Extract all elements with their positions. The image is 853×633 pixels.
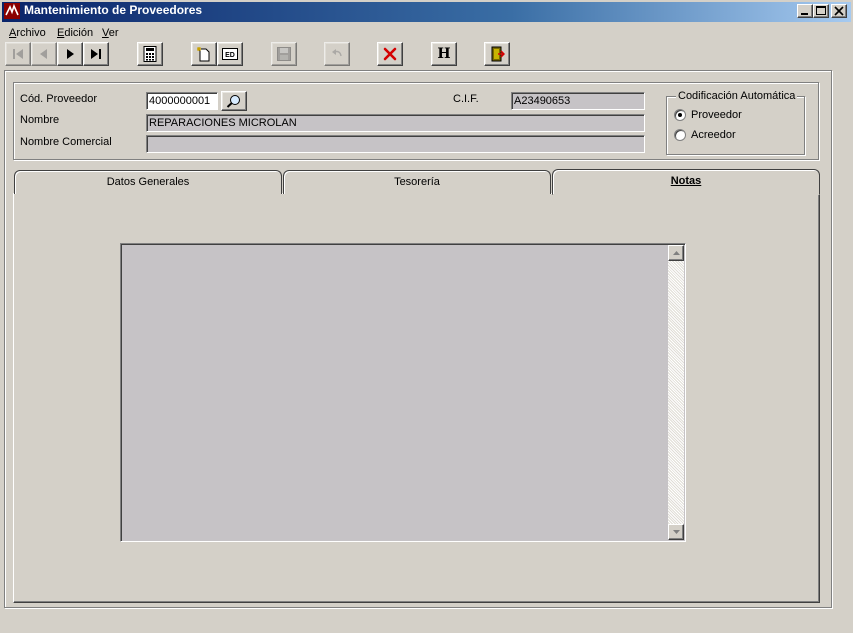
menu-archivo[interactable]: Archivo: [6, 25, 49, 41]
radio-selected-dot: [678, 113, 682, 117]
scroll-down-button[interactable]: [668, 524, 684, 540]
nombre-label: Nombre: [20, 114, 60, 126]
last-record-button[interactable]: [83, 42, 109, 66]
notas-vertical-scrollbar[interactable]: [668, 245, 684, 540]
radio-proveedor-label[interactable]: Proveedor: [691, 109, 742, 121]
next-record-button[interactable]: [57, 42, 83, 66]
maximize-icon: [816, 6, 826, 15]
tab-tesoreria[interactable]: Tesorería: [283, 170, 551, 194]
nombre-comercial-label: Nombre Comercial: [20, 136, 112, 148]
calculator-button[interactable]: [137, 42, 163, 66]
first-record-icon: [13, 49, 23, 59]
tab-notas[interactable]: Notas: [552, 169, 820, 195]
radio-acreedor[interactable]: [674, 129, 686, 141]
save-icon: [277, 47, 291, 61]
delete-button[interactable]: [377, 42, 403, 66]
arrow-down-icon: [672, 530, 680, 534]
cod-proveedor-input[interactable]: 4000000001: [146, 92, 218, 110]
undo-button[interactable]: [324, 42, 350, 66]
last-record-icon: [91, 49, 101, 59]
scroll-up-button[interactable]: [668, 245, 684, 261]
maximize-button[interactable]: [813, 4, 829, 18]
previous-record-button[interactable]: [31, 42, 57, 66]
window-title: Mantenimiento de Proveedores: [24, 3, 203, 17]
arrow-up-icon: [672, 251, 680, 255]
minimize-icon: [801, 13, 808, 15]
svg-text:ED: ED: [225, 52, 235, 59]
history-icon: H: [437, 46, 451, 62]
magnifier-icon: [226, 95, 240, 108]
codificacion-groupbox: [666, 96, 805, 155]
tab-datos-generales[interactable]: Datos Generales: [14, 170, 282, 194]
history-button[interactable]: H: [431, 42, 457, 66]
cod-proveedor-label: Cód. Proveedor: [20, 93, 98, 105]
edit-record-icon: ED: [222, 48, 238, 60]
save-button[interactable]: [271, 42, 297, 66]
new-record-icon: [197, 47, 210, 62]
lookup-proveedor-button[interactable]: [221, 91, 247, 111]
menu-edicion[interactable]: Edición: [54, 25, 96, 41]
new-record-button[interactable]: [191, 42, 217, 66]
minimize-button[interactable]: [797, 4, 813, 18]
previous-record-icon: [40, 49, 47, 59]
next-record-icon: [67, 49, 74, 59]
codificacion-title: Codificación Automática: [676, 90, 798, 102]
menu-ver[interactable]: Ver: [99, 25, 122, 41]
nombre-comercial-input[interactable]: [146, 135, 645, 153]
notas-textarea[interactable]: [120, 243, 686, 542]
close-icon: [834, 6, 844, 16]
delete-icon: [383, 47, 397, 61]
first-record-button[interactable]: [5, 42, 31, 66]
edit-record-button[interactable]: ED: [217, 42, 243, 66]
cif-input[interactable]: A23490653: [511, 92, 645, 110]
nombre-input[interactable]: REPARACIONES MICROLAN: [146, 114, 645, 132]
exit-button[interactable]: [484, 42, 510, 66]
undo-icon: [332, 49, 342, 57]
exit-icon: [491, 46, 505, 62]
calculator-icon: [143, 46, 157, 62]
app-icon: [4, 3, 20, 19]
radio-acreedor-label[interactable]: Acreedor: [691, 129, 736, 141]
close-button[interactable]: [831, 4, 847, 18]
cif-label: C.I.F.: [453, 93, 479, 105]
radio-proveedor[interactable]: [674, 109, 686, 121]
